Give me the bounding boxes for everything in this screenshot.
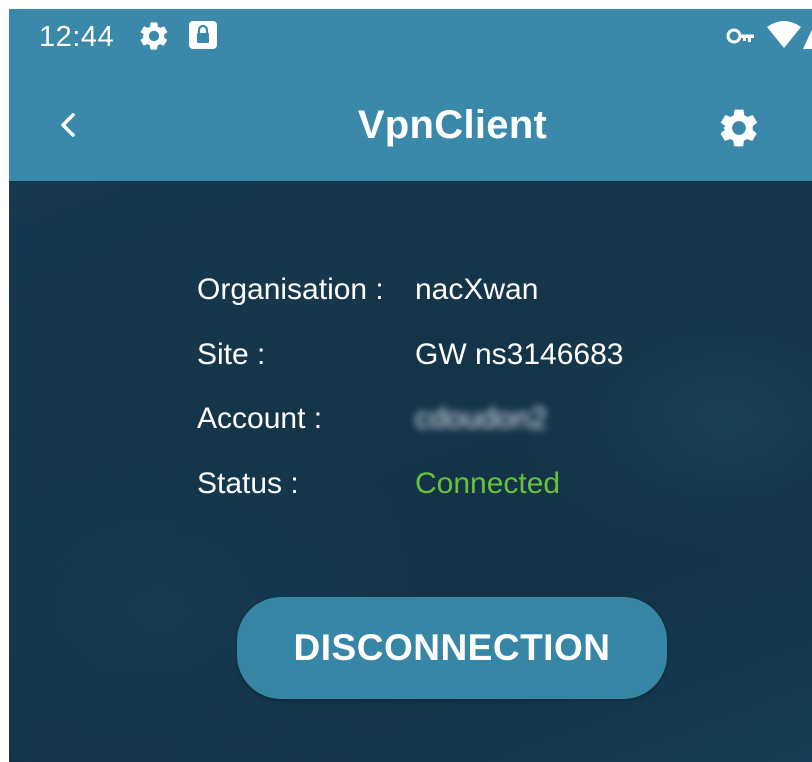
connection-panel: Organisation : nacXwan Site : GW ns31466…	[9, 181, 812, 762]
organisation-label: Organisation :	[197, 273, 384, 306]
vpn-key-icon	[726, 28, 754, 44]
lock-icon	[189, 21, 217, 49]
disconnect-button[interactable]: DISCONNECTION	[237, 597, 667, 699]
settings-button[interactable]	[716, 105, 762, 151]
organisation-value: nacXwan	[415, 273, 539, 306]
wifi-icon	[767, 21, 801, 48]
status-time: 12:44	[39, 21, 115, 53]
app-bar: VpnClient	[9, 63, 812, 181]
status-label: Status :	[197, 467, 299, 500]
page-title: VpnClient	[357, 103, 548, 147]
site-label: Site :	[197, 338, 266, 371]
phone-screen: 12:44 VpnClient Organisation: nacXwan S…	[9, 9, 812, 762]
account-value: cdoudon2	[415, 402, 547, 435]
signal-icon	[803, 29, 812, 49]
site-value: GW ns3146683	[415, 338, 624, 371]
status-value: Connected	[415, 467, 561, 500]
gear-icon	[140, 22, 168, 50]
status-bar: 12:44	[9, 9, 812, 63]
account-label: Account :	[197, 402, 323, 435]
